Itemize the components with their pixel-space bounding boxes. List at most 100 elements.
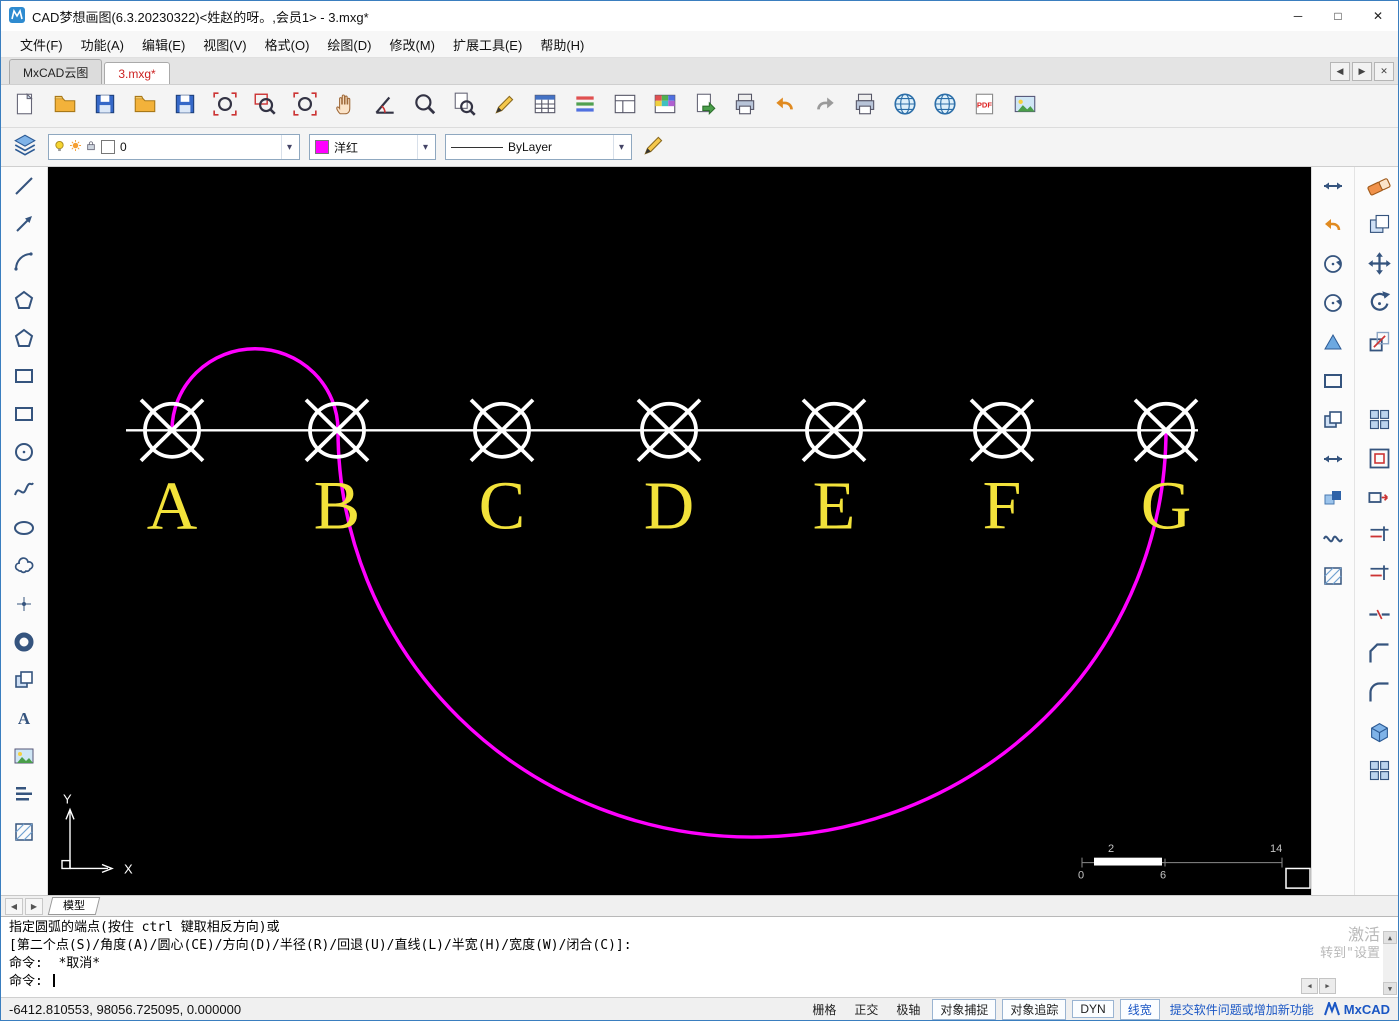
- draw-polygon-button[interactable]: [9, 287, 39, 317]
- menu-express-tools[interactable]: 扩展工具(E): [444, 32, 531, 57]
- point-label-E[interactable]: E: [813, 468, 856, 544]
- draw-revcloud-button[interactable]: [9, 553, 39, 583]
- point-label-B[interactable]: B: [314, 468, 361, 544]
- color-select-caret-icon[interactable]: ▾: [417, 135, 433, 159]
- save-button[interactable]: [89, 90, 121, 122]
- break-button[interactable]: [1364, 602, 1394, 632]
- point-label-F[interactable]: F: [983, 468, 1022, 544]
- layer-select-caret-icon[interactable]: ▾: [281, 135, 297, 159]
- zoom-realtime-button[interactable]: [409, 90, 441, 122]
- toggle-ortho[interactable]: 正交: [848, 1000, 884, 1019]
- menu-file[interactable]: 文件(F): [11, 32, 72, 57]
- explode-3d-button[interactable]: [1364, 719, 1394, 749]
- draw-mtext-button[interactable]: [9, 781, 39, 811]
- menu-function[interactable]: 功能(A): [72, 32, 133, 57]
- extend-button[interactable]: [1364, 563, 1394, 593]
- quick-draw-button[interactable]: [489, 90, 521, 122]
- feedback-link[interactable]: 提交软件问题或增加新功能: [1170, 1001, 1314, 1018]
- menu-format[interactable]: 格式(O): [256, 32, 319, 57]
- toggle-lineweight[interactable]: 线宽: [1119, 998, 1160, 1020]
- find-text-button[interactable]: [449, 90, 481, 122]
- free-orbit-button[interactable]: [1318, 290, 1348, 320]
- command-line-area[interactable]: 指定圆弧的端点(按住 ctrl 键取相反方向)或 [第二个点(S)/角度(A)/圆…: [1, 916, 1398, 997]
- match-properties-button[interactable]: [641, 132, 667, 163]
- zoom-previous-button[interactable]: [1318, 212, 1348, 242]
- stretch-entity-button[interactable]: [1318, 173, 1348, 203]
- stretch-button[interactable]: [1364, 485, 1394, 515]
- export-drawing-button[interactable]: [689, 90, 721, 122]
- scroll-down-icon[interactable]: ▼: [1383, 982, 1397, 995]
- command-scrollbar[interactable]: ▲ ▼: [1383, 931, 1397, 995]
- rotate-button[interactable]: [1364, 290, 1394, 320]
- viewport-button[interactable]: [1318, 368, 1348, 398]
- draw-text-button[interactable]: A: [9, 705, 39, 735]
- mirror-view-button[interactable]: [1318, 485, 1348, 515]
- color-select[interactable]: 洋红 ▾: [309, 134, 436, 160]
- pan-button[interactable]: [329, 90, 361, 122]
- open-file-button[interactable]: [129, 90, 161, 122]
- layout-view-button[interactable]: [609, 90, 641, 122]
- tab-scroll-left-button[interactable]: ◀: [1330, 62, 1350, 81]
- menu-edit[interactable]: 编辑(E): [133, 32, 194, 57]
- insert-raster-image-button[interactable]: [9, 743, 39, 773]
- linetype-select[interactable]: ByLayer ▾: [445, 134, 632, 160]
- toggle-grid[interactable]: 栅格: [806, 1000, 842, 1019]
- measure-angle-button[interactable]: [369, 90, 401, 122]
- zoom-extents-button[interactable]: [209, 90, 241, 122]
- layer-manager-icon[interactable]: [11, 132, 39, 163]
- menu-help[interactable]: 帮助(H): [531, 32, 593, 57]
- scroll-up-icon[interactable]: ▲: [1383, 931, 1397, 944]
- spline-edit-button[interactable]: [1318, 524, 1348, 554]
- model-prev-button[interactable]: ◀: [5, 897, 23, 915]
- export-pdf-button[interactable]: PDF: [969, 90, 1001, 122]
- open-cloud-drawing-button[interactable]: [49, 90, 81, 122]
- minimize-button[interactable]: ─: [1278, 1, 1318, 31]
- array-button[interactable]: [1364, 407, 1394, 437]
- insert-image-button[interactable]: [1009, 90, 1041, 122]
- draw-point-button[interactable]: [9, 591, 39, 621]
- draw-line-button[interactable]: [9, 173, 39, 203]
- print-button[interactable]: [849, 90, 881, 122]
- toggle-dyn[interactable]: DYN: [1072, 1000, 1114, 1018]
- mirror-button[interactable]: [1364, 368, 1394, 398]
- zoom-scale-button[interactable]: [289, 90, 321, 122]
- offset-button[interactable]: [1364, 446, 1394, 476]
- toggle-otrack[interactable]: 对象追踪: [1002, 998, 1067, 1020]
- trim-button[interactable]: [1364, 524, 1394, 554]
- draw-xline-button[interactable]: [9, 211, 39, 241]
- tab-model[interactable]: 模型: [47, 897, 101, 915]
- save-as-button[interactable]: [169, 90, 201, 122]
- scroll-right-icon[interactable]: ▶: [1319, 978, 1336, 994]
- model-next-button[interactable]: ▶: [25, 897, 43, 915]
- draw-spline-button[interactable]: [9, 477, 39, 507]
- align-tool-button[interactable]: [1318, 446, 1348, 476]
- toggle-osnap[interactable]: 对象捕捉: [932, 998, 997, 1020]
- menu-draw[interactable]: 绘图(D): [318, 32, 380, 57]
- erase-button[interactable]: [1364, 173, 1394, 203]
- tab-close-button[interactable]: ✕: [1374, 62, 1394, 81]
- chamfer-button[interactable]: [1364, 641, 1394, 671]
- close-button[interactable]: ✕: [1358, 1, 1398, 31]
- copy-button[interactable]: [1364, 212, 1394, 242]
- undo-button[interactable]: [769, 90, 801, 122]
- explode-button[interactable]: [1364, 758, 1394, 788]
- point-label-C[interactable]: C: [479, 468, 526, 544]
- point-label-A[interactable]: A: [147, 468, 198, 544]
- layer-select[interactable]: 0 ▾: [48, 134, 300, 160]
- drawing-canvas[interactable]: A B C D E F G Y X 2 14 0 6: [48, 167, 1311, 895]
- plot-style-button[interactable]: [729, 90, 761, 122]
- point-label-G[interactable]: G: [1141, 468, 1192, 544]
- text-format-button[interactable]: [569, 90, 601, 122]
- insert-table-button[interactable]: [529, 90, 561, 122]
- tab-scroll-right-button[interactable]: ▶: [1352, 62, 1372, 81]
- publish-web-button[interactable]: [889, 90, 921, 122]
- draw-hatch-button[interactable]: [9, 819, 39, 849]
- scale-button[interactable]: [1364, 329, 1394, 359]
- fillet-button[interactable]: [1364, 680, 1394, 710]
- draw-arc-button[interactable]: [9, 249, 39, 279]
- zoom-window-button[interactable]: [249, 90, 281, 122]
- draw-ellipse-button[interactable]: [9, 515, 39, 545]
- orbit-button[interactable]: [1318, 251, 1348, 281]
- tab-3mxg[interactable]: 3.mxg*: [104, 62, 170, 84]
- menu-modify[interactable]: 修改(M): [380, 32, 444, 57]
